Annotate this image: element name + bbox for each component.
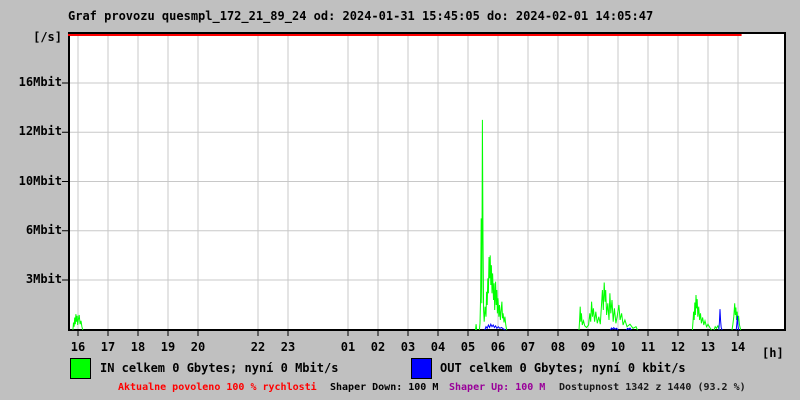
x-tick-label: 03 (400, 340, 416, 354)
legend-out-swatch (411, 358, 432, 379)
x-tick-label: 12 (670, 340, 686, 354)
x-tick-label: 06 (490, 340, 506, 354)
x-tick-label: 18 (130, 340, 146, 354)
x-tick-label: 09 (580, 340, 596, 354)
x-tick-label: 07 (520, 340, 536, 354)
x-tick-label: 01 (340, 340, 356, 354)
y-axis-unit-label: [/s] (33, 30, 62, 44)
status-shaper-down: Shaper Down: 100 M (330, 382, 439, 393)
y-tick-label: 16Mbit (18, 75, 62, 89)
x-tick-label: 05 (460, 340, 476, 354)
x-tick-label: 22 (250, 340, 266, 354)
x-tick-label: 11 (640, 340, 656, 354)
x-tick-label: 14 (730, 340, 746, 354)
x-tick-label: 16 (70, 340, 86, 354)
x-tick-label: 20 (190, 340, 206, 354)
x-tick-label: 02 (370, 340, 386, 354)
x-tick-label: 13 (700, 340, 716, 354)
x-tick-label: 04 (430, 340, 446, 354)
y-tick-label: 12Mbit (18, 124, 62, 139)
legend-out-label: OUT celkem 0 Gbytes; nyní 0 kbit/s (440, 361, 686, 375)
legend-in-label: IN celkem 0 Gbytes; nyní 0 Mbit/s (100, 361, 339, 375)
x-tick-label: 08 (550, 340, 566, 354)
legend-in-swatch (70, 358, 91, 379)
status-allowed-speed: Aktualne povoleno 100 % rychlosti (118, 382, 317, 393)
status-availability: Dostupnost 1342 z 1440 (93.2 %) (559, 382, 746, 393)
x-tick-label: 10 (610, 340, 626, 354)
x-tick-label: 19 (160, 340, 176, 354)
y-tick-label: 6Mbit (25, 222, 62, 237)
traffic-graph-screen: Graf provozu quesmpl_172_21_89_24 od: 20… (0, 0, 800, 400)
x-tick-label: 23 (280, 340, 296, 354)
y-tick-label: 10Mbit (18, 173, 62, 188)
x-tick-label: 17 (100, 340, 116, 354)
status-shaper-up: Shaper Up: 100 M (449, 382, 546, 393)
x-axis-unit-label: [h] (762, 346, 784, 360)
y-tick-label: 3Mbit (25, 272, 62, 286)
